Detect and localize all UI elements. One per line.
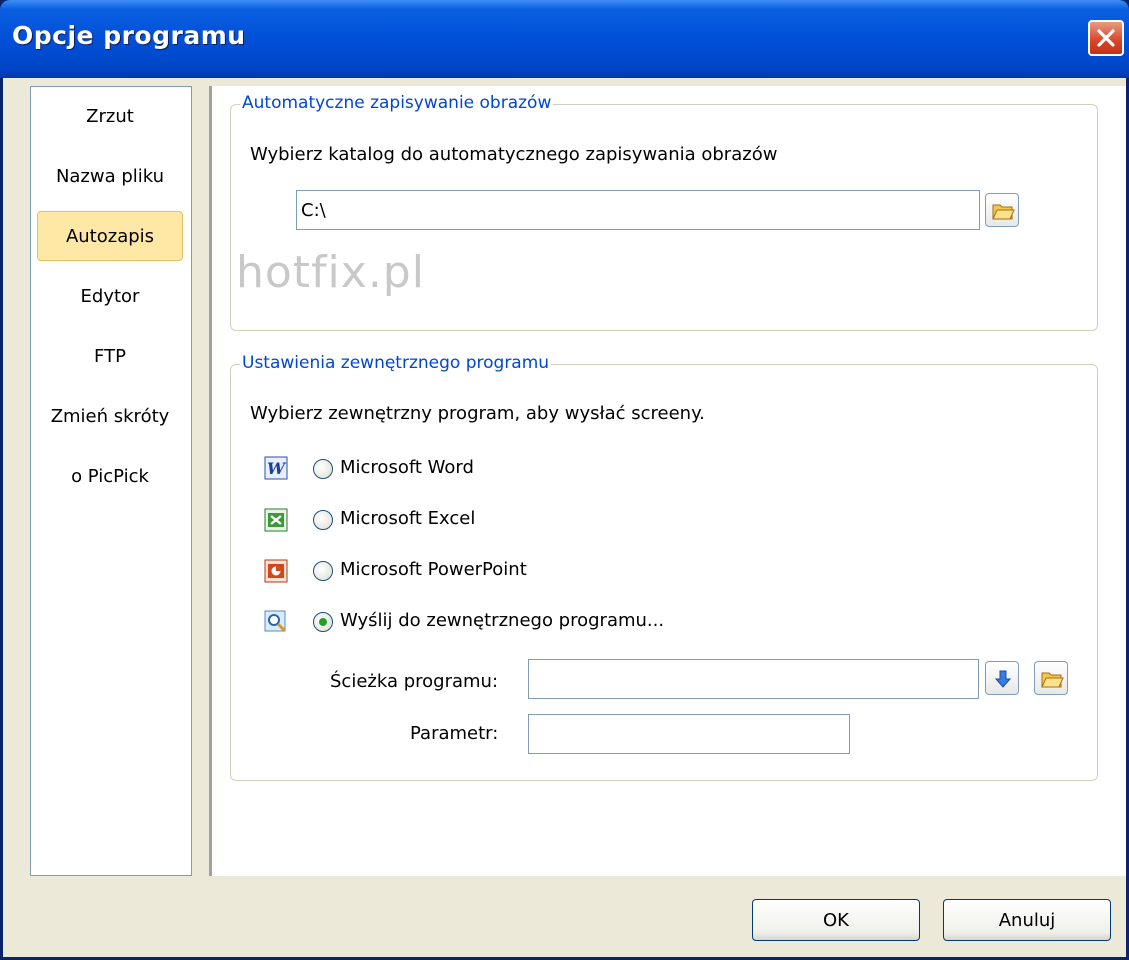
radio-external-program[interactable] <box>313 612 333 632</box>
radio-powerpoint[interactable] <box>313 561 333 581</box>
title-bar[interactable]: Opcje programu <box>0 0 1129 78</box>
program-path-input[interactable] <box>528 659 979 699</box>
option-excel-label: Microsoft Excel <box>340 508 476 529</box>
program-path-label: Ścieżka programu: <box>330 671 499 692</box>
nav-item-zrzut[interactable]: Zrzut <box>37 91 183 141</box>
nav-item-edytor[interactable]: Edytor <box>37 271 183 321</box>
nav-item-o-picpick[interactable]: o PicPick <box>37 451 183 501</box>
radio-selected-dot <box>319 618 327 626</box>
nav-item-autozapis[interactable]: Autozapis <box>37 211 183 261</box>
folder-icon <box>992 204 1015 220</box>
arrow-down-icon <box>994 670 1012 688</box>
parameter-input[interactable] <box>528 714 850 754</box>
cancel-button[interactable]: Anuluj <box>943 899 1111 941</box>
close-button[interactable] <box>1088 20 1124 56</box>
browse-program-button[interactable] <box>1034 661 1068 695</box>
browse-folder-button[interactable] <box>985 193 1019 227</box>
option-word-label: Microsoft Word <box>340 457 474 478</box>
autosave-folder-input[interactable] <box>296 190 980 230</box>
external-program-description: Wybierz zewnętrzny program, aby wysłać s… <box>250 403 705 424</box>
nav-item-ftp[interactable]: FTP <box>37 331 183 381</box>
radio-word[interactable] <box>313 459 333 479</box>
svg-text:W: W <box>267 459 287 478</box>
powerpoint-icon <box>264 559 288 583</box>
radio-excel[interactable] <box>313 510 333 530</box>
options-window: Opcje programu Zrzut Nazwa pliku Autozap… <box>0 0 1129 960</box>
word-icon: W <box>264 456 288 480</box>
close-icon <box>1097 29 1115 47</box>
category-list: Zrzut Nazwa pliku Autozapis Edytor FTP Z… <box>30 86 192 876</box>
option-external-program-label: Wyślij do zewnętrznego programu... <box>340 610 665 631</box>
select-program-dropdown-button[interactable] <box>985 661 1019 695</box>
window-title: Opcje programu <box>12 21 246 50</box>
watermark: hotfix.pl <box>236 247 425 298</box>
excel-icon <box>264 508 288 532</box>
autosave-group-title: Automatyczne zapisywanie obrazów <box>240 93 554 113</box>
nav-item-nazwa-pliku[interactable]: Nazwa pliku <box>37 151 183 201</box>
autosave-description: Wybierz katalog do automatycznego zapisy… <box>250 144 778 165</box>
nav-item-zmien-skroty[interactable]: Zmień skróty <box>37 391 183 441</box>
external-program-group-title: Ustawienia zewnętrznego programu <box>240 353 552 373</box>
ok-button[interactable]: OK <box>752 899 920 941</box>
parameter-label: Parametr: <box>410 723 499 744</box>
folder-icon <box>1041 672 1064 688</box>
option-powerpoint-label: Microsoft PowerPoint <box>340 559 527 580</box>
external-program-icon <box>264 610 287 633</box>
